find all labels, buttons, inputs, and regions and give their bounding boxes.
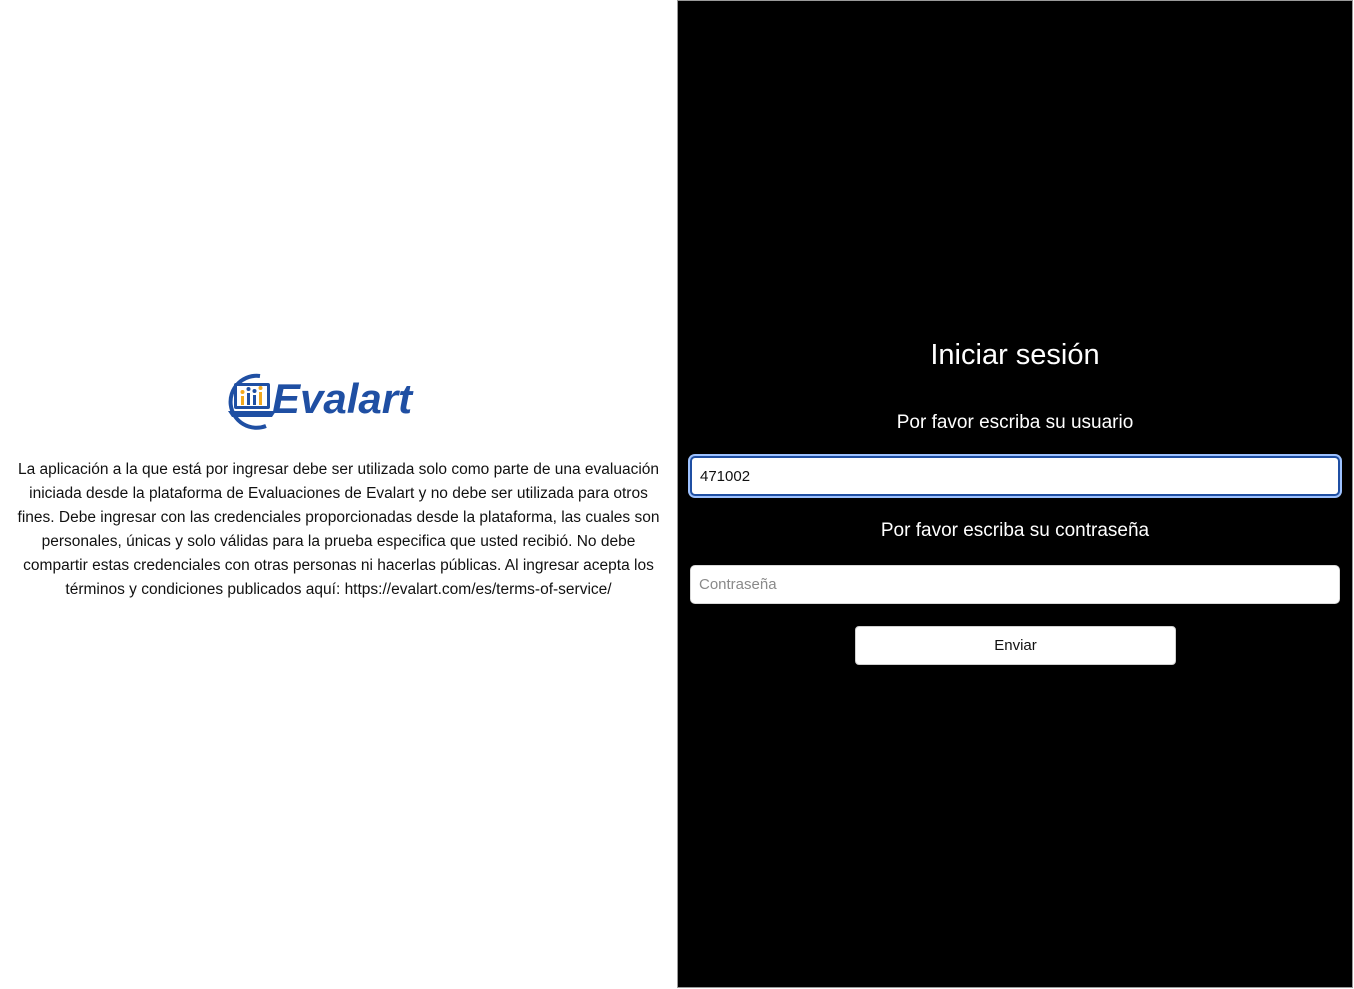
login-panel: Iniciar sesión Por favor escriba su usua… <box>677 0 1353 988</box>
submit-button[interactable]: Enviar <box>855 626 1176 665</box>
disclaimer-text: La aplicación a la que está por ingresar… <box>17 461 660 598</box>
login-page: Evalart La aplicación a la que está por … <box>0 0 1354 989</box>
username-label: Por favor escriba su usuario <box>896 412 1134 433</box>
login-title: Iniciar sesión <box>930 339 1100 371</box>
info-panel: Evalart La aplicación a la que está por … <box>0 0 677 989</box>
username-input[interactable] <box>690 456 1340 496</box>
evalart-logo: Evalart <box>228 373 414 430</box>
password-label: Por favor escriba su contraseña <box>880 520 1150 541</box>
svg-text:Evalart: Evalart <box>272 375 414 422</box>
password-input[interactable] <box>690 565 1340 604</box>
